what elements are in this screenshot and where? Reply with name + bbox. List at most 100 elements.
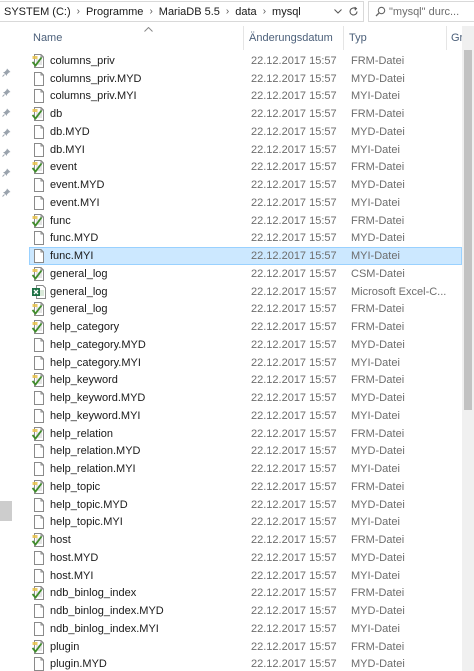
file-row[interactable]: help_topic 22.12.2017 15:57 FRM-Datei <box>29 478 462 496</box>
file-row[interactable]: help_relation.MYD 22.12.2017 15:57 MYD-Dat… <box>29 443 462 461</box>
search-input[interactable]: "mysql" durc... <box>389 6 459 18</box>
file-row[interactable]: func.MYD 22.12.2017 15:57 MYD-Datei <box>29 230 462 248</box>
file-name[interactable]: host.MYD <box>50 552 250 564</box>
file-name[interactable]: general_log <box>50 303 250 315</box>
breadcrumb-data[interactable]: data <box>235 6 256 18</box>
file-row[interactable]: host.MYD 22.12.2017 15:57 MYD-Datei <box>29 549 462 567</box>
file-row[interactable]: help_keyword 22.12.2017 15:57 FRM-Datei <box>29 372 462 390</box>
vertical-scrollbar[interactable] <box>462 26 474 671</box>
file-name[interactable]: ndb_binlog_index <box>50 587 250 599</box>
file-name[interactable]: db.MYI <box>50 144 250 156</box>
refresh-icon[interactable] <box>345 2 361 21</box>
file-name[interactable]: help_topic.MYD <box>50 499 250 511</box>
file-name[interactable]: general_log <box>50 268 250 280</box>
chevron-right-icon[interactable]: › <box>149 6 152 17</box>
file-row[interactable]: ndb_binlog_index.MYD 22.12.2017 15:57 MYD-… <box>29 602 462 620</box>
file-name[interactable]: func.MYD <box>50 232 250 244</box>
file-row[interactable]: help_keyword.MYI 22.12.2017 15:57 MYI-Date… <box>29 407 462 425</box>
file-name[interactable]: plugin.MYD <box>50 658 250 670</box>
column-divider[interactable] <box>243 26 244 50</box>
file-row[interactable]: ndb_binlog_index.MYI 22.12.2017 15:57 MYI-… <box>29 620 462 638</box>
file-row[interactable]: help_topic.MYI 22.12.2017 15:57 MYI-Datei <box>29 514 462 532</box>
file-row[interactable]: general_log 22.12.2017 15:57 Microsoft Exc… <box>29 283 462 301</box>
pin-icon[interactable] <box>2 168 11 177</box>
file-name[interactable]: columns_priv <box>50 55 250 67</box>
file-name[interactable]: event <box>50 161 250 173</box>
scrollbar-thumb[interactable] <box>464 50 472 410</box>
file-name[interactable]: db <box>50 108 250 120</box>
file-name[interactable]: columns_priv.MYD <box>50 73 250 85</box>
breadcrumb-programme[interactable]: Programme <box>86 6 143 18</box>
file-row[interactable]: func.MYI 22.12.2017 15:57 MYI-Datei <box>29 247 462 265</box>
file-name[interactable]: func.MYI <box>50 250 250 262</box>
pin-icon[interactable] <box>2 188 11 197</box>
chevron-down-icon[interactable] <box>331 2 345 21</box>
file-name[interactable]: db.MYD <box>50 126 250 138</box>
file-row[interactable]: general_log 22.12.2017 15:57 CSM-Datei <box>29 265 462 283</box>
pin-icon[interactable] <box>2 148 11 157</box>
pin-icon[interactable] <box>2 128 11 137</box>
pin-icon[interactable] <box>2 68 11 77</box>
file-name[interactable]: host <box>50 534 250 546</box>
file-name[interactable]: plugin <box>50 641 250 653</box>
file-name[interactable]: func <box>50 215 250 227</box>
file-row[interactable]: event 22.12.2017 15:57 FRM-Datei <box>29 159 462 177</box>
file-row[interactable]: columns_priv.MYD 22.12.2017 15:57 MYD-Date… <box>29 70 462 88</box>
file-name[interactable]: general_log <box>50 286 250 298</box>
file-row[interactable]: event.MYI 22.12.2017 15:57 MYI-Datei <box>29 194 462 212</box>
file-name[interactable]: host.MYI <box>50 570 250 582</box>
file-name[interactable]: help_category <box>50 321 250 333</box>
chevron-right-icon[interactable]: › <box>263 6 266 17</box>
file-name[interactable]: event.MYD <box>50 179 250 191</box>
file-row[interactable]: host.MYI 22.12.2017 15:57 MYI-Datei <box>29 567 462 585</box>
column-header-name[interactable]: Name <box>33 32 243 48</box>
file-row[interactable]: plugin 22.12.2017 15:57 FRM-Datei <box>29 638 462 656</box>
file-name[interactable]: help_topic.MYI <box>50 516 250 528</box>
file-name[interactable]: event.MYI <box>50 197 250 209</box>
file-row[interactable]: help_keyword.MYD 22.12.2017 15:57 MYD-Date… <box>29 389 462 407</box>
breadcrumb-drive[interactable]: SYSTEM (C:) <box>4 6 71 18</box>
file-row[interactable]: host 22.12.2017 15:57 FRM-Datei <box>29 531 462 549</box>
file-row[interactable]: help_category.MYD 22.12.2017 15:57 MYD-Dat… <box>29 336 462 354</box>
file-row[interactable]: db.MYI 22.12.2017 15:57 MYI-Datei <box>29 141 462 159</box>
column-divider[interactable] <box>446 26 447 50</box>
file-row[interactable]: columns_priv.MYI 22.12.2017 15:57 MYI-Date… <box>29 88 462 106</box>
file-row[interactable]: columns_priv 22.12.2017 15:57 FRM-Datei <box>29 52 462 70</box>
file-row[interactable]: plugin.MYD 22.12.2017 15:57 MYD-Datei <box>29 656 462 671</box>
pin-icon[interactable] <box>2 88 11 97</box>
file-name[interactable]: help_category.MYI <box>50 357 250 369</box>
file-row[interactable]: help_category.MYI 22.12.2017 15:57 MYI-Dat… <box>29 354 462 372</box>
chevron-right-icon[interactable]: › <box>226 6 229 17</box>
file-row[interactable]: help_relation 22.12.2017 15:57 FRM-Datei <box>29 425 462 443</box>
file-row[interactable]: db.MYD 22.12.2017 15:57 MYD-Datei <box>29 123 462 141</box>
file-name[interactable]: help_keyword.MYI <box>50 410 250 422</box>
file-name[interactable]: help_keyword <box>50 374 250 386</box>
file-name[interactable]: ndb_binlog_index.MYD <box>50 605 250 617</box>
chevron-right-icon[interactable]: › <box>77 6 80 17</box>
breadcrumb-mariadb[interactable]: MariaDB 5.5 <box>159 6 220 18</box>
breadcrumb-mysql[interactable]: mysql <box>272 6 301 18</box>
column-header-type[interactable]: Typ <box>349 32 439 48</box>
file-name[interactable]: help_keyword.MYD <box>50 392 250 404</box>
file-row[interactable]: event.MYD 22.12.2017 15:57 MYD-Datei <box>29 176 462 194</box>
column-header-date[interactable]: Änderungsdatum <box>249 32 343 48</box>
file-name[interactable]: help_relation.MYI <box>50 463 250 475</box>
search-box[interactable]: "mysql" durc... <box>368 1 474 22</box>
file-row[interactable]: help_relation.MYI 22.12.2017 15:57 MYI-Dat… <box>29 460 462 478</box>
column-divider[interactable] <box>343 26 344 50</box>
file-name[interactable]: columns_priv.MYI <box>50 90 250 102</box>
file-row[interactable]: help_topic.MYD 22.12.2017 15:57 MYD-Datei <box>29 496 462 514</box>
file-name[interactable]: help_category.MYD <box>50 339 250 351</box>
address-bar[interactable]: SYSTEM (C:) › Programme › MariaDB 5.5 › … <box>0 1 364 22</box>
file-name[interactable]: ndb_binlog_index.MYI <box>50 623 250 635</box>
file-row[interactable]: ndb_binlog_index 22.12.2017 15:57 FRM-Date… <box>29 585 462 603</box>
pin-icon[interactable] <box>2 108 11 117</box>
file-name[interactable]: help_topic <box>50 481 250 493</box>
file-row[interactable]: help_category 22.12.2017 15:57 FRM-Datei <box>29 318 462 336</box>
file-name[interactable]: help_relation.MYD <box>50 445 250 457</box>
file-name[interactable]: help_relation <box>50 428 250 440</box>
nav-scrollbar-thumb[interactable] <box>0 501 12 521</box>
file-row[interactable]: func 22.12.2017 15:57 FRM-Datei <box>29 212 462 230</box>
file-row[interactable]: general_log 22.12.2017 15:57 FRM-Datei <box>29 301 462 319</box>
file-row[interactable]: db 22.12.2017 15:57 FRM-Datei <box>29 105 462 123</box>
